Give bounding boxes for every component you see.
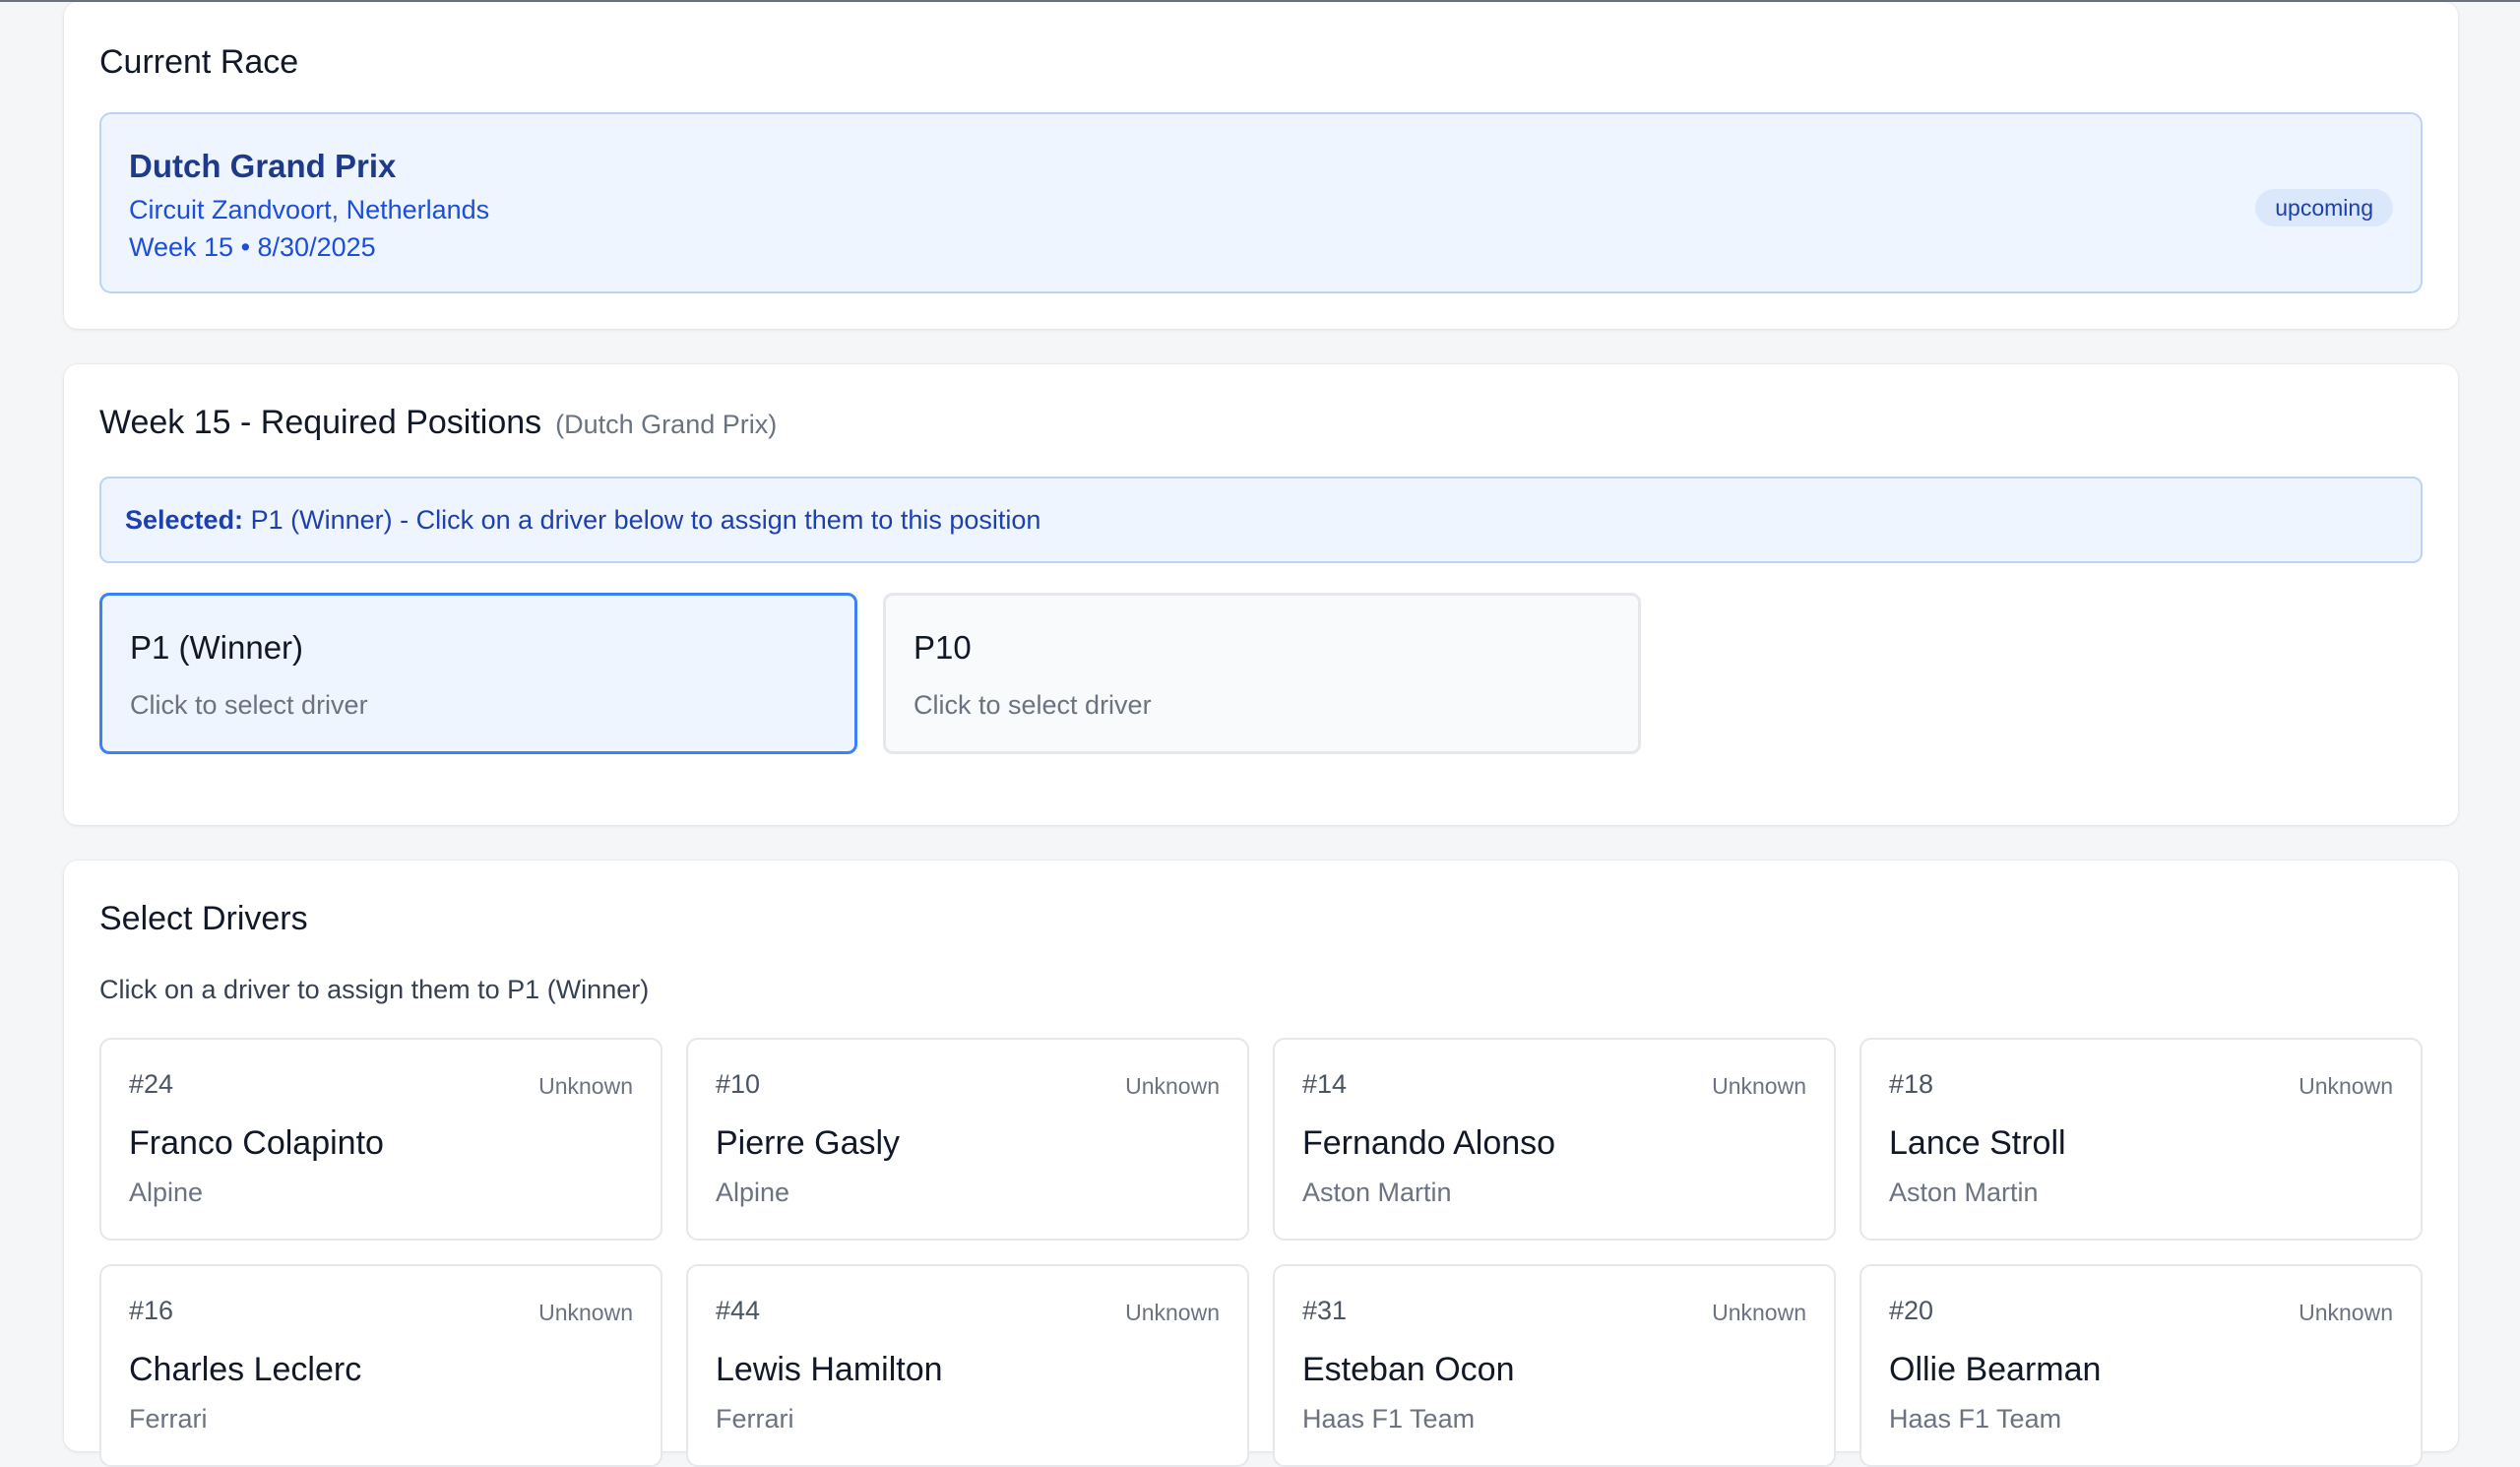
driver-status: Unknown — [1712, 1300, 1806, 1325]
driver-team: Aston Martin — [1889, 1178, 2039, 1207]
driver-name: Franco Colapinto — [129, 1124, 384, 1162]
race-circuit: Circuit Zandvoort, Netherlands — [129, 195, 490, 224]
race-name: Dutch Grand Prix — [129, 148, 397, 184]
driver-status: Unknown — [538, 1073, 633, 1099]
required-positions-card: Week 15 - Required Positions (Dutch Grand… — [64, 364, 2458, 825]
driver-team: Haas F1 Team — [1889, 1404, 2062, 1434]
driver-card[interactable]: #10 Unknown Pierre Gasly Alpine — [686, 1038, 1249, 1241]
driver-name: Esteban Ocon — [1302, 1351, 1515, 1388]
driver-team: Alpine — [716, 1178, 790, 1207]
position-slot-p10[interactable]: P10 Click to select driver — [883, 593, 1641, 754]
positions-subheading: (Dutch Grand Prix) — [555, 410, 778, 439]
driver-card[interactable]: #44 Unknown Lewis Hamilton Ferrari — [686, 1264, 1249, 1467]
driver-name: Ollie Bearman — [1889, 1351, 2102, 1388]
driver-number: #20 — [1889, 1296, 1934, 1325]
driver-card[interactable]: #31 Unknown Esteban Ocon Haas F1 Team — [1273, 1264, 1836, 1467]
current-race-card: Current Race Dutch Grand Prix Circuit Za… — [64, 2, 2458, 329]
driver-number: #14 — [1302, 1069, 1348, 1099]
position-hint: Click to select driver — [130, 690, 368, 720]
driver-name: Lance Stroll — [1889, 1124, 2066, 1162]
driver-status: Unknown — [2299, 1073, 2393, 1099]
driver-status: Unknown — [538, 1300, 633, 1325]
selected-text: P1 (Winner) - Click on a driver below to… — [250, 505, 1041, 535]
select-drivers-card: Select Drivers Click on a driver to assi… — [64, 861, 2458, 1467]
driver-team: Ferrari — [129, 1404, 208, 1434]
driver-card[interactable]: #18 Unknown Lance Stroll Aston Martin — [1859, 1038, 2423, 1241]
driver-number: #10 — [716, 1069, 761, 1099]
driver-name: Pierre Gasly — [716, 1124, 901, 1162]
driver-status: Unknown — [1125, 1300, 1220, 1325]
position-label: P1 (Winner) — [130, 629, 304, 666]
race-status-badge: upcoming — [2255, 189, 2393, 226]
drivers-heading: Select Drivers — [99, 900, 308, 937]
driver-team: Alpine — [129, 1178, 204, 1207]
driver-name: Charles Leclerc — [129, 1351, 362, 1388]
driver-card[interactable]: #20 Unknown Ollie Bearman Haas F1 Team — [1859, 1264, 2423, 1467]
race-week-date: Week 15 • 8/30/2025 — [129, 232, 376, 262]
driver-name: Fernando Alonso — [1302, 1124, 1556, 1162]
current-race-heading: Current Race — [99, 43, 299, 81]
driver-card[interactable]: #16 Unknown Charles Leclerc Ferrari — [99, 1264, 662, 1467]
selected-position-banner: Selected: P1 (Winner) - Click on a drive… — [99, 477, 2423, 563]
driver-number: #16 — [129, 1296, 174, 1325]
race-info-box: Dutch Grand Prix Circuit Zandvoort, Neth… — [99, 112, 2423, 293]
driver-number: #18 — [1889, 1069, 1934, 1099]
driver-status: Unknown — [2299, 1300, 2393, 1325]
driver-name: Lewis Hamilton — [716, 1351, 943, 1388]
position-hint: Click to select driver — [914, 690, 1152, 720]
position-label: P10 — [914, 629, 972, 666]
positions-heading-text: Week 15 - Required Positions — [99, 404, 542, 441]
driver-card[interactable]: #24 Unknown Franco Colapinto Alpine — [99, 1038, 662, 1241]
driver-team: Ferrari — [716, 1404, 794, 1434]
driver-team: Haas F1 Team — [1302, 1404, 1476, 1434]
driver-number: #24 — [129, 1069, 174, 1099]
selected-label: Selected: — [125, 505, 244, 535]
driver-number: #31 — [1302, 1296, 1348, 1325]
driver-status: Unknown — [1712, 1073, 1806, 1099]
driver-status: Unknown — [1125, 1073, 1220, 1099]
driver-team: Aston Martin — [1302, 1178, 1452, 1207]
position-slot-p1[interactable]: P1 (Winner) Click to select driver — [99, 593, 857, 754]
positions-heading: Week 15 - Required Positions (Dutch Grand… — [99, 404, 777, 442]
drivers-hint: Click on a driver to assign them to P1 (… — [99, 975, 650, 1004]
driver-number: #44 — [716, 1296, 761, 1325]
driver-card[interactable]: #14 Unknown Fernando Alonso Aston Martin — [1273, 1038, 1836, 1241]
